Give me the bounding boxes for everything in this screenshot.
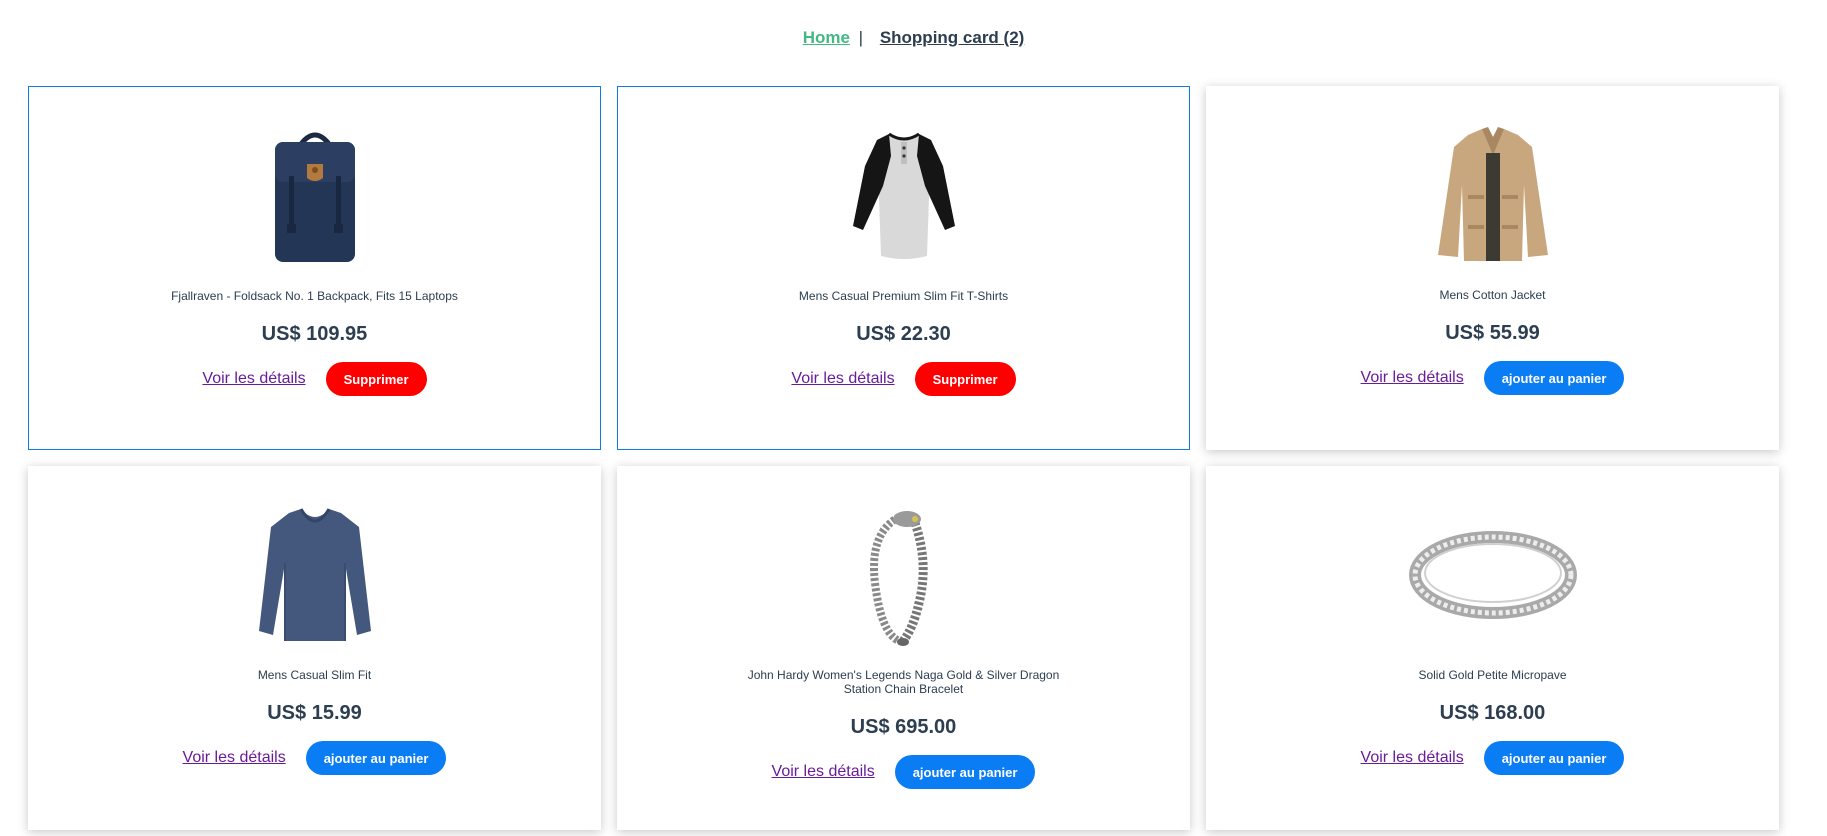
add-to-cart-button[interactable]: ajouter au panier xyxy=(1483,361,1625,395)
remove-button[interactable]: Supprimer xyxy=(325,362,427,396)
product-card: Mens Casual Premium Slim Fit T-Shirts US… xyxy=(617,86,1190,450)
view-details-link[interactable]: Voir les détails xyxy=(772,763,875,781)
product-title: Mens Casual Premium Slim Fit T-Shirts xyxy=(798,289,1009,303)
product-image-long-sleeve-shirt xyxy=(215,502,415,648)
product-image-backpack xyxy=(215,123,415,269)
product-image-silver-ring xyxy=(1393,502,1593,648)
product-card: John Hardy Women's Legends Naga Gold & S… xyxy=(617,466,1190,830)
nav-separator: | xyxy=(858,28,864,47)
view-details-link[interactable]: Voir les détails xyxy=(183,749,286,767)
view-details-link[interactable]: Voir les détails xyxy=(1361,369,1464,387)
view-details-link[interactable]: Voir les détails xyxy=(202,370,305,388)
product-actions: Voir les détails Supprimer xyxy=(202,362,427,396)
product-price: US$ 55.99 xyxy=(1445,322,1540,344)
top-nav: Home | Shopping card (2) xyxy=(0,28,1827,48)
view-details-link[interactable]: Voir les détails xyxy=(1361,749,1464,767)
product-card: Fjallraven - Foldsack No. 1 Backpack, Fi… xyxy=(28,86,601,450)
product-image-raglan-tshirt xyxy=(804,123,1004,269)
product-actions: Voir les détails Supprimer xyxy=(791,362,1016,396)
product-grid: Fjallraven - Foldsack No. 1 Backpack, Fi… xyxy=(28,86,1779,830)
add-to-cart-button[interactable]: ajouter au panier xyxy=(894,755,1036,789)
product-card: Mens Cotton Jacket US$ 55.99 Voir les dé… xyxy=(1206,86,1779,450)
product-title: Mens Casual Slim Fit xyxy=(257,668,372,682)
product-price: US$ 695.00 xyxy=(850,716,957,738)
product-card: Solid Gold Petite Micropave US$ 168.00 V… xyxy=(1206,466,1779,830)
nav-home-link[interactable]: Home xyxy=(803,28,850,47)
product-price: US$ 22.30 xyxy=(856,323,951,345)
product-title: John Hardy Women's Legends Naga Gold & S… xyxy=(747,668,1060,696)
nav-shopping-cart-link[interactable]: Shopping card (2) xyxy=(880,28,1025,47)
product-price: US$ 109.95 xyxy=(261,323,368,345)
product-actions: Voir les détails ajouter au panier xyxy=(772,755,1036,789)
product-price: US$ 15.99 xyxy=(267,702,362,724)
product-image-chain-bracelet xyxy=(804,502,1004,648)
product-actions: Voir les détails ajouter au panier xyxy=(183,741,447,775)
product-actions: Voir les détails ajouter au panier xyxy=(1361,361,1625,395)
product-image-cotton-jacket xyxy=(1393,122,1593,268)
product-title: Solid Gold Petite Micropave xyxy=(1418,668,1567,682)
product-actions: Voir les détails ajouter au panier xyxy=(1361,741,1625,775)
product-price: US$ 168.00 xyxy=(1439,702,1546,724)
view-details-link[interactable]: Voir les détails xyxy=(791,370,894,388)
product-title: Mens Cotton Jacket xyxy=(1439,288,1546,302)
remove-button[interactable]: Supprimer xyxy=(914,362,1016,396)
add-to-cart-button[interactable]: ajouter au panier xyxy=(1483,741,1625,775)
product-card: Mens Casual Slim Fit US$ 15.99 Voir les … xyxy=(28,466,601,830)
add-to-cart-button[interactable]: ajouter au panier xyxy=(305,741,447,775)
product-title: Fjallraven - Foldsack No. 1 Backpack, Fi… xyxy=(171,289,458,303)
